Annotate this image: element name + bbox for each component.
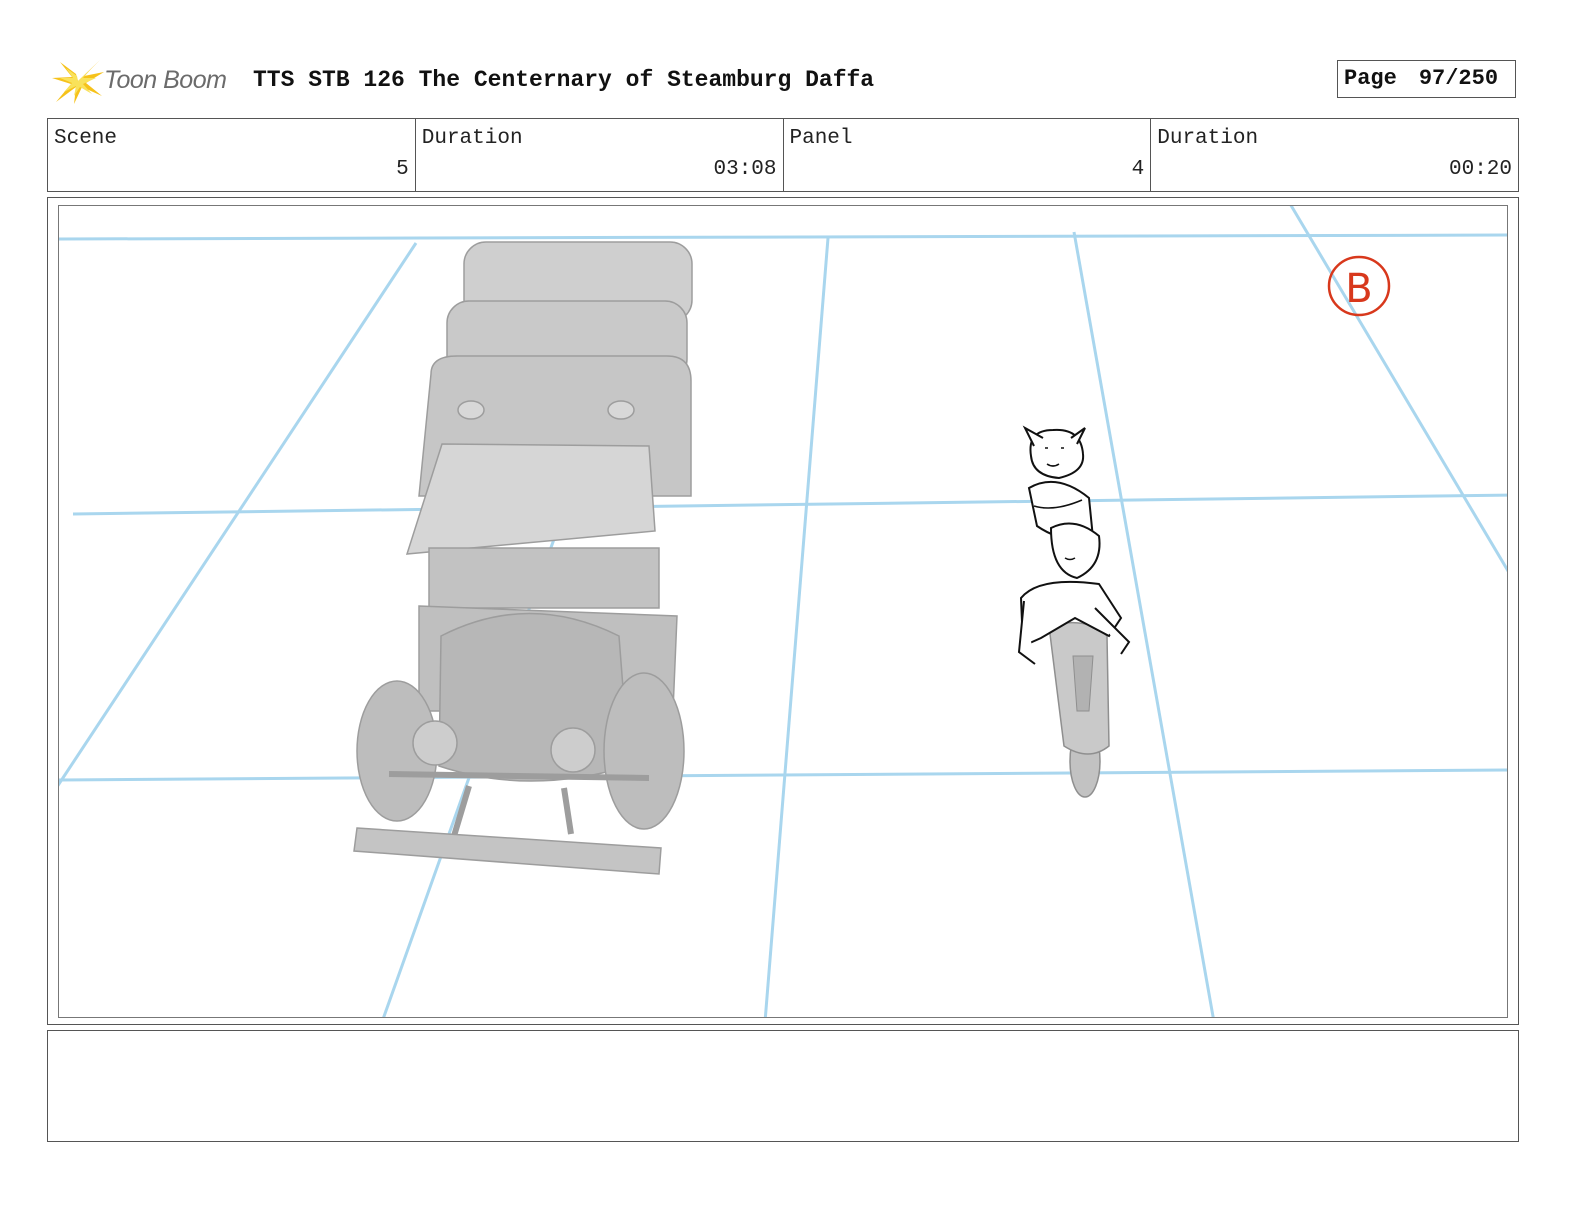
motorcycle-riders-sketch <box>1017 425 1131 798</box>
panel-drawing: B <box>59 206 1507 1017</box>
perspective-grid <box>59 206 1507 1017</box>
logo-text: Toon Boom <box>104 66 227 94</box>
vintage-truck <box>353 241 693 875</box>
scene-cell: Scene 5 <box>48 119 416 191</box>
panel-duration-label: Duration <box>1157 127 1259 150</box>
panel-duration-value: 00:20 <box>1448 158 1512 181</box>
panel-duration-cell: Duration 00:20 <box>1151 119 1518 191</box>
scene-value: 5 <box>396 158 409 181</box>
toon-boom-logo: Toon Boom <box>52 56 242 106</box>
document-title: TTS STB 126 The Centernary of Steamburg … <box>253 67 875 93</box>
scene-duration-cell: Duration 03:08 <box>416 119 784 191</box>
panel-notes[interactable] <box>47 1030 1519 1142</box>
page-number: 97/250 <box>1418 66 1499 91</box>
scene-label: Scene <box>54 127 118 150</box>
scene-info-table: Scene 5 Duration 03:08 Panel 4 Duration … <box>47 118 1519 192</box>
page-header: Toon Boom TTS STB 126 The Centernary of … <box>48 56 1538 106</box>
page-counter: Page 97/250 <box>1337 60 1516 98</box>
panel-label: Panel <box>789 127 853 150</box>
scene-duration-value: 03:08 <box>713 158 777 181</box>
marker-letter: B <box>1345 266 1372 312</box>
panel-value: 4 <box>1131 158 1145 181</box>
storyboard-image[interactable]: B <box>58 205 1508 1018</box>
page-label: Page <box>1344 66 1397 91</box>
starburst-icon <box>52 60 104 104</box>
scene-duration-label: Duration <box>421 127 523 150</box>
panel-cell: Panel 4 <box>784 119 1152 191</box>
